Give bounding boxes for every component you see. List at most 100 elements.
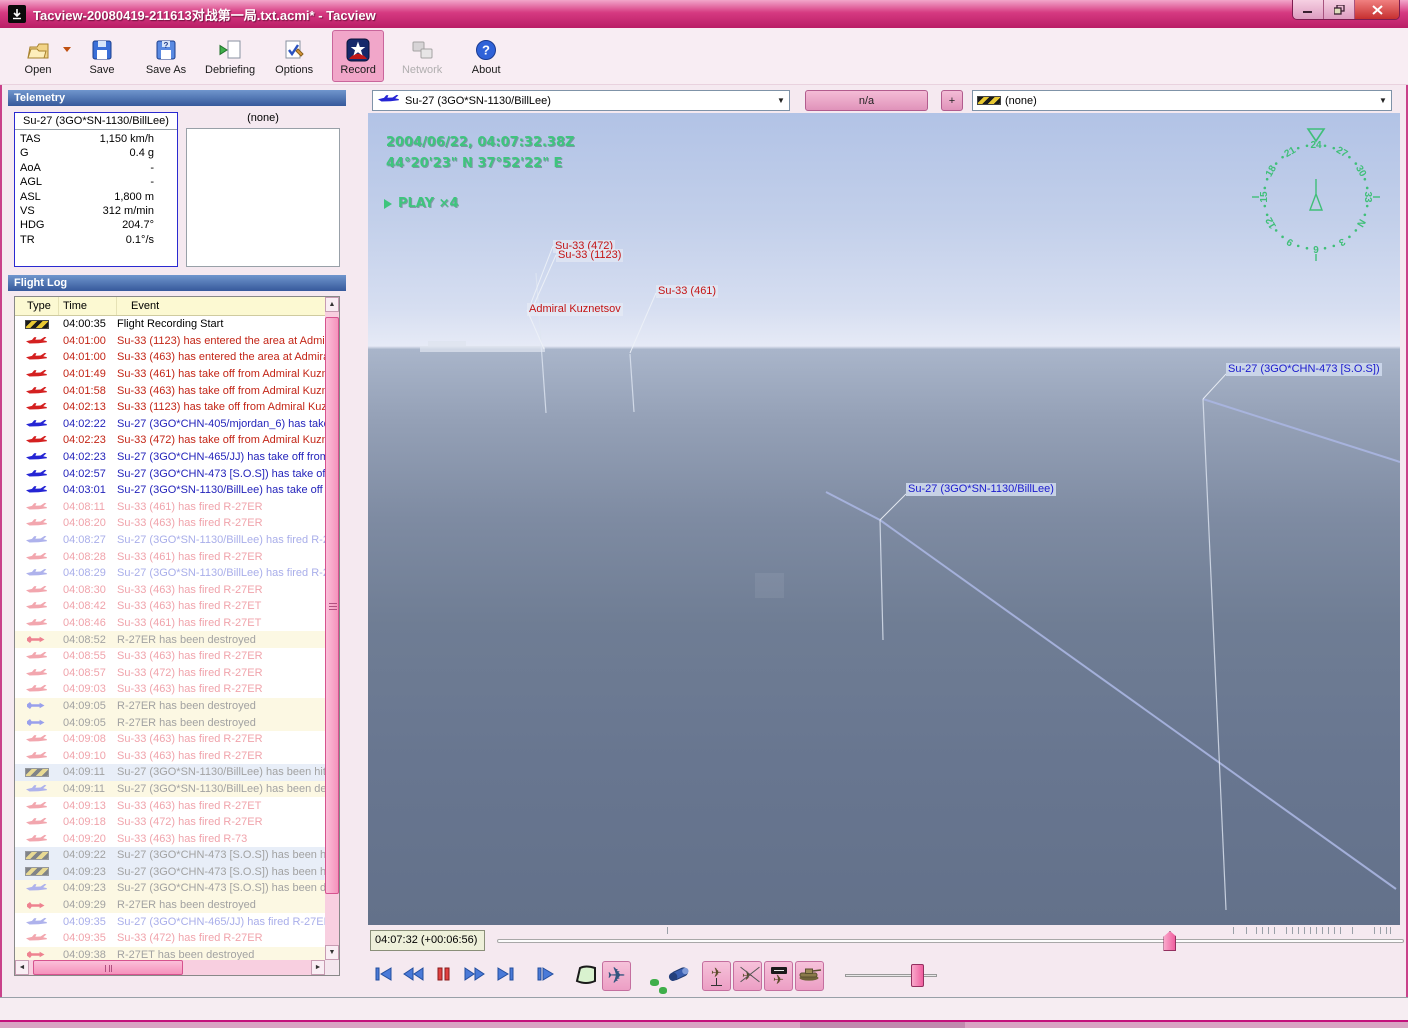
flight-log-row[interactable]: 04:09:08 Su-33 (463) has fired R-27ER [15, 731, 325, 748]
zoom-slider-handle[interactable] [910, 964, 924, 987]
skip-to-end-button[interactable] [493, 964, 519, 988]
scroll-right-button[interactable]: ► [311, 960, 325, 975]
scroll-left-button[interactable]: ◄ [15, 960, 29, 975]
timeline-track[interactable] [497, 939, 1404, 943]
flight-log-row[interactable]: 04:02:23 Su-27 (3GO*CHN-465/JJ) has take … [15, 449, 325, 466]
flight-log-row[interactable]: 04:08:52 R-27ER has been destroyed [15, 631, 325, 648]
cockpit-view-button[interactable] [571, 961, 600, 991]
world-view-button[interactable] [633, 961, 667, 994]
skip-to-start-button[interactable] [371, 964, 397, 988]
timeline-handle[interactable] [1163, 931, 1177, 951]
options-button[interactable]: Options [268, 30, 320, 82]
minimize-button[interactable] [1293, 0, 1324, 19]
save-button[interactable]: Save [76, 30, 128, 82]
show-ground-objects-button[interactable] [795, 961, 824, 991]
vertical-scrollbar[interactable]: ▲ ▼ [325, 297, 339, 960]
aircraft-view-button[interactable]: ✈ [602, 961, 631, 991]
pause-button[interactable] [431, 964, 457, 988]
telemetry-rows: TAS 1,150 km/h G 0.4 g AoA - AGL - ASL 1,800 m VS 3… [15, 130, 177, 251]
object-label[interactable]: Su-33 (461) [656, 285, 719, 298]
flight-log-row[interactable]: 04:08:28 Su-33 (461) has fired R-27ER [15, 548, 325, 565]
flight-log-row[interactable]: 04:01:58 Su-33 (463) has take off from Ad… [15, 382, 325, 399]
fast-forward-button[interactable] [462, 964, 488, 988]
flight-log-row[interactable]: 04:02:22 Su-27 (3GO*CHN-405/mjordan_6) ha… [15, 416, 325, 433]
object-label[interactable]: Su-27 (3GO*CHN-473 [S.O.S]) [1226, 363, 1382, 376]
flight-log-row[interactable]: 04:02:13 Su-33 (1123) has take off from A… [15, 399, 325, 416]
debriefing-button[interactable]: Debriefing [204, 30, 256, 82]
flight-log-row[interactable]: 04:09:29 R-27ER has been destroyed [15, 896, 325, 914]
object-label[interactable]: Su-27 (3GO*SN-1130/BillLee) [906, 483, 1056, 496]
3d-viewport[interactable]: N 3 6 9 12 15 18 21 24 27 30 33 2004/06/22, 04:07:3… [368, 113, 1400, 925]
flight-log-row[interactable]: 04:09:23 Su-27 (3GO*CHN-473 [S.O.S]) has … [15, 863, 325, 881]
flight-log-row[interactable]: 04:08:46 Su-33 (461) has fired R-27ET [15, 615, 325, 632]
flight-log-row[interactable]: 04:09:20 Su-33 (463) has fired R-73 [15, 830, 325, 847]
record-button[interactable]: Record [332, 30, 385, 82]
restore-button[interactable] [1324, 0, 1355, 19]
flight-log-row[interactable]: 04:09:22 Su-27 (3GO*CHN-473 [S.O.S]) has … [15, 847, 325, 864]
flight-log-row[interactable]: 04:08:29 Su-27 (3GO*SN-1130/BillLee) has … [15, 565, 325, 582]
horizontal-scrollbar[interactable]: ◄ ► [15, 960, 325, 975]
flight-log-row[interactable]: 04:09:38 R-27ET has been destroyed [15, 946, 325, 960]
red-plane-faded-icon [15, 618, 59, 628]
show-trajectories-button[interactable]: ✈ [733, 961, 762, 991]
object-label[interactable]: Admiral Kuznetsov [527, 303, 623, 316]
flight-log-row[interactable]: 04:08:20 Su-33 (463) has fired R-27ER [15, 515, 325, 532]
open-button[interactable]: Open [12, 30, 71, 82]
show-aircraft-models-button[interactable]: ✈ [702, 961, 731, 991]
secondary-object-select[interactable]: (none) ▼ [972, 90, 1392, 111]
rewind-button[interactable] [401, 964, 427, 988]
blue-plane-faded-icon [15, 568, 59, 578]
flight-log-row[interactable]: 04:02:23 Su-33 (472) has take off from Ad… [15, 432, 325, 449]
flight-log-row[interactable]: 04:09:11 Su-27 (3GO*SN-1130/BillLee) has … [15, 764, 325, 781]
red-plane-icon [15, 352, 59, 362]
telemetry-primary-box[interactable]: Su-27 (3GO*SN-1130/BillLee) TAS 1,150 km/… [14, 112, 178, 267]
scroll-up-button[interactable]: ▲ [325, 297, 339, 312]
telemetry-row: TAS 1,150 km/h [20, 133, 154, 145]
blue-missile-icon [15, 701, 59, 710]
show-labels-button[interactable]: ✈ [764, 961, 793, 991]
primary-object-select[interactable]: Su-27 (3GO*SN-1130/BillLee) ▼ [372, 90, 790, 111]
flight-log-row[interactable]: 04:09:18 Su-33 (472) has fired R-27ER [15, 814, 325, 831]
flight-log-row[interactable]: 04:08:55 Su-33 (463) has fired R-27ER [15, 648, 325, 665]
play-step-button[interactable] [533, 964, 559, 988]
flight-log-row[interactable]: 04:09:11 Su-27 (3GO*SN-1130/BillLee) has … [15, 780, 325, 798]
flight-log-row[interactable]: 04:09:05 R-27ER has been destroyed [15, 697, 325, 715]
flight-log-column-headers[interactable]: Type Time Event [15, 297, 325, 316]
vertical-scrollbar-thumb[interactable] [325, 317, 339, 894]
flight-log-row[interactable]: 04:08:42 Su-33 (463) has fired R-27ET [15, 598, 325, 615]
save-as-button[interactable]: ? Save As [140, 30, 192, 82]
horizontal-scrollbar-thumb[interactable] [33, 960, 183, 975]
telemetry-secondary-box[interactable] [186, 128, 340, 267]
na-button[interactable]: n/a [805, 90, 928, 111]
flight-log-row[interactable]: 04:08:27 Su-27 (3GO*SN-1130/BillLee) has … [15, 532, 325, 549]
flight-log-row[interactable]: 04:01:00 Su-33 (463) has entered the area… [15, 349, 325, 366]
flight-log-row[interactable]: 04:01:49 Su-33 (461) has take off from Ad… [15, 366, 325, 383]
scroll-down-button[interactable]: ▼ [325, 945, 339, 960]
camera-view-button[interactable] [664, 961, 693, 991]
flight-log-row[interactable]: 04:09:23 Su-27 (3GO*CHN-473 [S.O.S]) has … [15, 880, 325, 897]
open-dropdown-arrow[interactable] [63, 47, 71, 52]
red-plane-icon [15, 386, 59, 396]
flight-log-row[interactable]: 04:00:35 Flight Recording Start [15, 316, 325, 333]
flight-log-row[interactable]: 04:09:35 Su-33 (472) has fired R-27ER [15, 930, 325, 947]
flight-log-row[interactable]: 04:09:05 R-27ER has been destroyed [15, 714, 325, 731]
title-bar[interactable]: Tacview-20080419-211613对战第一局.txt.acmi* -… [0, 0, 1408, 28]
chevron-down-icon: ▼ [777, 96, 785, 105]
add-object-button[interactable]: + [941, 90, 963, 111]
flight-log-row[interactable]: 04:09:03 Su-33 (463) has fired R-27ER [15, 681, 325, 698]
object-label[interactable]: Su-33 (1123) [556, 249, 624, 262]
about-button[interactable]: ? About [460, 30, 512, 82]
flight-log-row[interactable]: 04:09:10 Su-33 (463) has fired R-27ER [15, 747, 325, 764]
flight-log-row[interactable]: 04:01:00 Su-33 (1123) has entered the are… [15, 333, 325, 350]
flight-log-row[interactable]: 04:08:30 Su-33 (463) has fired R-27ER [15, 582, 325, 599]
flight-log-row[interactable]: 04:08:11 Su-33 (461) has fired R-27ER [15, 499, 325, 516]
flight-log-row[interactable]: 04:03:01 Su-27 (3GO*SN-1130/BillLee) has … [15, 482, 325, 499]
save-as-label: Save As [145, 64, 187, 76]
flight-log-row[interactable]: 04:08:57 Su-33 (472) has fired R-27ER [15, 664, 325, 681]
flight-log-row[interactable]: 04:02:57 Su-27 (3GO*CHN-473 [S.O.S]) has … [15, 465, 325, 482]
play-status: PLAY ×4 [384, 196, 459, 211]
svg-text:3: 3 [1336, 235, 1347, 248]
close-button[interactable] [1355, 0, 1399, 19]
flight-log-row[interactable]: 04:09:35 Su-27 (3GO*CHN-465/JJ) has fired… [15, 913, 325, 930]
flight-log-row[interactable]: 04:09:13 Su-33 (463) has fired R-27ET [15, 797, 325, 814]
